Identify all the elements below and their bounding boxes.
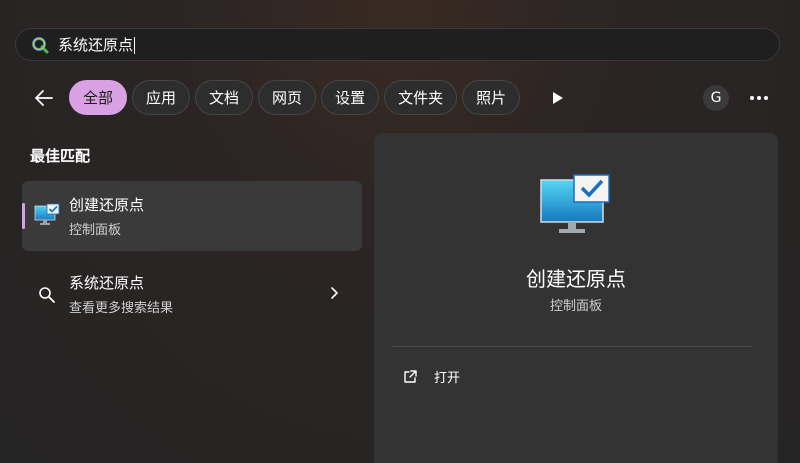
filter-chip-apps[interactable]: 应用	[132, 80, 191, 115]
search-input[interactable]: 系统还原点	[58, 34, 136, 55]
filter-chip-all[interactable]: 全部	[69, 80, 128, 115]
best-match-heading: 最佳匹配	[30, 147, 91, 165]
back-arrow-icon[interactable]	[32, 86, 56, 110]
search-icon	[39, 287, 55, 303]
preview-title: 创建还原点	[526, 267, 626, 291]
preview-pane: 创建还原点 控制面板 打开	[374, 133, 778, 463]
more-options-icon[interactable]	[748, 88, 770, 108]
monitor-check-icon	[540, 174, 610, 233]
preview-divider	[392, 346, 752, 347]
filter-row: 全部 应用 文档 网页 设置 文件夹 照片 G	[0, 80, 800, 116]
filter-chip-photos[interactable]: 照片	[462, 80, 521, 115]
best-match-subtitle: 控制面板	[69, 223, 122, 238]
search-bar[interactable]: 系统还原点	[15, 28, 780, 61]
play-more-filters-icon[interactable]	[548, 89, 566, 107]
open-action-label: 打开	[434, 371, 461, 386]
web-result-subtitle: 查看更多搜索结果	[69, 301, 174, 316]
text-caret	[134, 37, 136, 54]
account-avatar[interactable]: G	[703, 85, 729, 111]
web-result-title: 系统还原点	[69, 274, 145, 292]
filter-chips: 全部 应用 文档 网页 设置 文件夹 照片	[69, 80, 521, 115]
web-search-result[interactable]: 系统还原点 查看更多搜索结果	[22, 262, 362, 322]
filter-chip-web[interactable]: 网页	[258, 80, 317, 115]
best-match-title: 创建还原点	[69, 196, 145, 214]
chevron-right-icon[interactable]	[327, 286, 341, 300]
selection-indicator	[22, 203, 25, 229]
search-app-icon	[32, 36, 49, 53]
preview-subtitle: 控制面板	[549, 299, 602, 314]
filter-chip-folders[interactable]: 文件夹	[384, 80, 458, 115]
best-match-result[interactable]: 创建还原点 控制面板	[22, 181, 362, 251]
filter-chip-settings[interactable]: 设置	[321, 80, 380, 115]
monitor-check-icon	[34, 203, 60, 225]
open-action[interactable]: 打开	[402, 367, 460, 386]
filter-chip-documents[interactable]: 文档	[195, 80, 254, 115]
open-external-icon	[404, 369, 417, 383]
